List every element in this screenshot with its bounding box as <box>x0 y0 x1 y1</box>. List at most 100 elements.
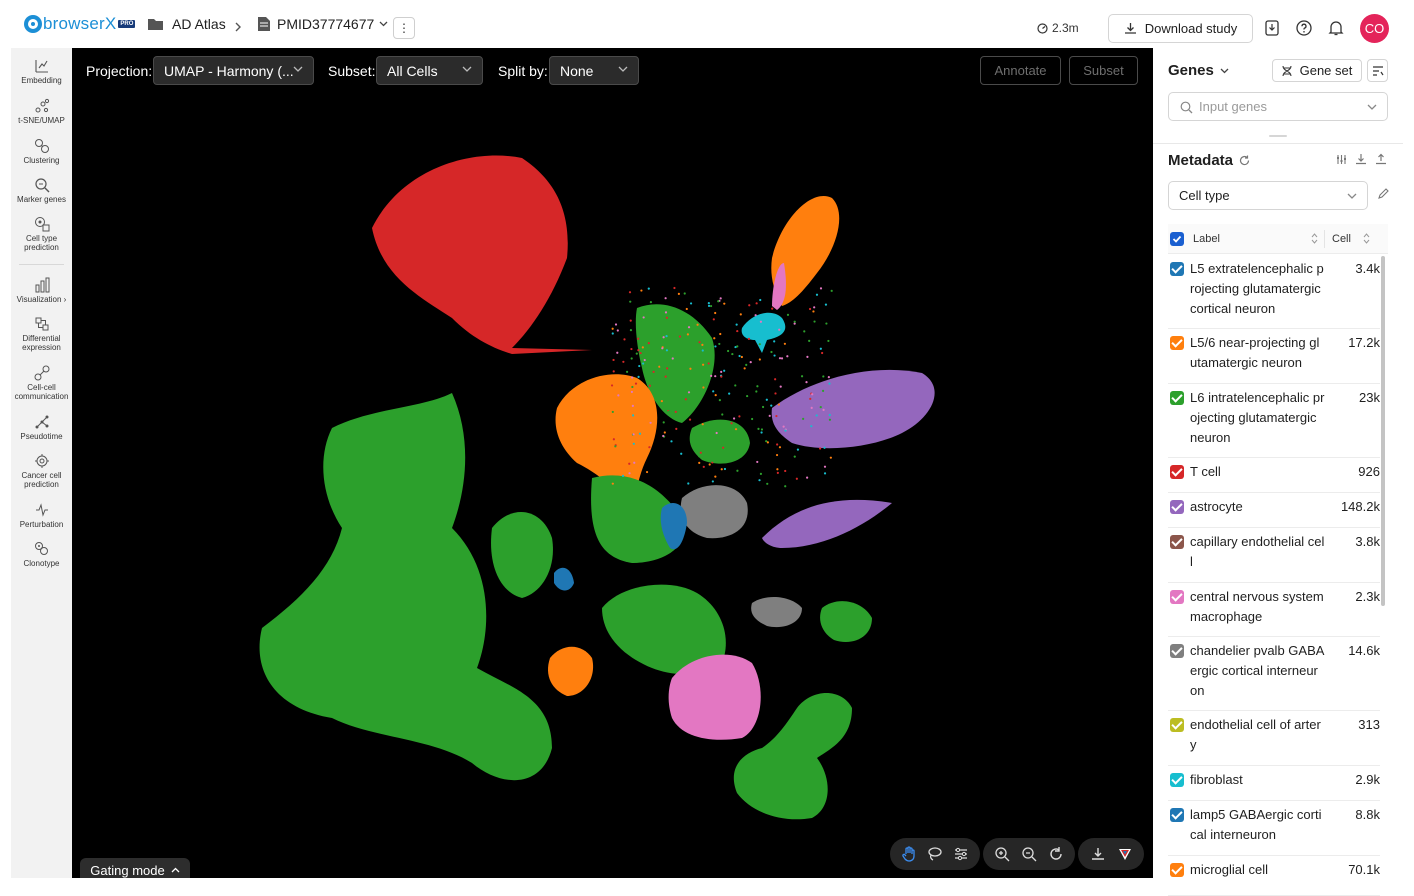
row-checkbox[interactable] <box>1170 863 1184 877</box>
user-avatar[interactable]: CO <box>1360 14 1389 43</box>
row-checkbox[interactable] <box>1170 465 1184 479</box>
scatter-point <box>803 330 806 333</box>
subset-button[interactable]: Subset <box>1069 56 1138 85</box>
row-checkbox[interactable] <box>1170 718 1184 732</box>
metadata-row[interactable]: astrocyte 148.2k <box>1168 493 1380 528</box>
zoom-in-button[interactable] <box>989 840 1016 868</box>
brand-logo[interactable]: browserX PRO <box>24 14 136 34</box>
metadata-row[interactable]: T cell 926 <box>1168 458 1380 493</box>
row-checkbox[interactable] <box>1170 500 1184 514</box>
row-checkbox[interactable] <box>1170 773 1184 787</box>
more-options-button[interactable]: ⋮ <box>393 17 415 39</box>
rail-item-tsne-umap[interactable]: t-SNE/UMAP <box>11 98 72 125</box>
row-checkbox[interactable] <box>1170 808 1184 822</box>
genes-header[interactable]: Genes <box>1168 62 1229 79</box>
embedding-icon <box>34 60 48 73</box>
scatter-point <box>644 428 648 431</box>
annotate-button[interactable]: Annotate <box>980 56 1061 85</box>
metadata-row[interactable]: microglial cell 70.1k <box>1168 856 1380 896</box>
metadata-row[interactable]: L6 intratelencephalic projecting glutama… <box>1168 384 1380 458</box>
rail-item-cell-cell-communication[interactable]: Cell-cell communication <box>11 365 72 401</box>
metadata-scrollbar[interactable] <box>1381 256 1385 606</box>
rail-item-cell-type-prediction[interactable]: Cell type prediction <box>11 216 72 252</box>
row-checkbox[interactable] <box>1170 391 1184 405</box>
metadata-row[interactable]: L5 extratelencephalic projecting glutama… <box>1168 255 1380 329</box>
upload-icon[interactable] <box>1375 153 1387 165</box>
metadata-row[interactable]: central nervous system macrophage 2.3k <box>1168 583 1380 637</box>
row-checkbox[interactable] <box>1170 336 1184 350</box>
row-checkbox[interactable] <box>1170 262 1184 276</box>
subset-value: All Cells <box>387 62 438 79</box>
export-doc-button[interactable] <box>1260 16 1284 40</box>
rail-item-clonotype[interactable]: Clonotype <box>11 541 72 568</box>
cell-column-header[interactable]: Cell <box>1332 233 1351 245</box>
metadata-row[interactable]: L5/6 near-projecting glutamatergic neuro… <box>1168 329 1380 384</box>
rail-item-clustering[interactable]: Clustering <box>11 138 72 165</box>
gene-search-input[interactable]: Input genes <box>1168 92 1388 121</box>
row-count: 926 <box>1358 464 1380 479</box>
download-plot-button[interactable] <box>1084 840 1111 868</box>
rail-item-embedding[interactable]: Embedding <box>11 58 72 85</box>
projection-select[interactable]: UMAP - Harmony (... <box>153 56 314 85</box>
row-checkbox[interactable] <box>1170 535 1184 549</box>
metadata-row[interactable]: chandelier pvalb GABAergic cortical inte… <box>1168 637 1380 711</box>
refresh-icon[interactable] <box>1239 155 1250 166</box>
scatter-point <box>634 382 638 385</box>
sort-icon[interactable] <box>1363 233 1370 244</box>
breadcrumb-item-atlas[interactable]: AD Atlas <box>148 16 226 32</box>
split-by-select[interactable]: None <box>549 56 639 85</box>
metadata-row[interactable]: lamp5 GABAergic cortical interneuron 8.8k <box>1168 801 1380 856</box>
adjust-columns-icon[interactable] <box>1336 154 1347 165</box>
row-checkbox[interactable] <box>1170 590 1184 604</box>
scatter-point <box>637 337 640 340</box>
scatter-point <box>678 335 682 338</box>
adjust-tool-button[interactable] <box>948 840 974 868</box>
download-study-button[interactable]: Download study <box>1108 14 1253 43</box>
select-all-checkbox[interactable] <box>1170 232 1184 246</box>
metadata-row[interactable]: endothelial cell of artery 313 <box>1168 711 1380 766</box>
scatter-point <box>773 340 776 343</box>
scatter-point <box>800 375 804 378</box>
rail-item-cancer-cell-prediction[interactable]: Cancer cell prediction <box>11 453 72 489</box>
scatter-point <box>632 433 635 436</box>
breadcrumb-item-study[interactable]: PMID37774677 <box>258 16 388 32</box>
label-column-header[interactable]: Label <box>1193 233 1220 245</box>
pan-tool-button[interactable] <box>896 840 922 868</box>
scatter-point <box>711 480 714 483</box>
download-icon[interactable] <box>1355 153 1367 165</box>
scatter-point <box>755 390 758 393</box>
embedding-canvas[interactable]: Projection: UMAP - Harmony (... Subset: … <box>72 48 1153 878</box>
metadata-row[interactable]: fibroblast 2.9k <box>1168 766 1380 801</box>
chevron-right-icon <box>235 22 241 32</box>
rail-item-marker-genes[interactable]: Marker genes <box>11 177 72 204</box>
sort-icon[interactable] <box>1311 233 1318 244</box>
metadata-field-select[interactable]: Cell type <box>1168 181 1368 210</box>
resize-handle[interactable] <box>1269 135 1287 137</box>
notifications-button[interactable] <box>1324 16 1348 40</box>
color-palette-button[interactable] <box>1111 840 1138 868</box>
row-checkbox[interactable] <box>1170 644 1184 658</box>
row-count: 8.8k <box>1355 807 1380 822</box>
subset-select[interactable]: All Cells <box>376 56 483 85</box>
scatter-point <box>642 362 645 365</box>
pseudotime-icon <box>35 415 48 429</box>
reset-view-button[interactable] <box>1042 840 1069 868</box>
rail-item-visualization[interactable]: Visualization › <box>11 277 72 304</box>
rail-item-pseudotime[interactable]: Pseudotime <box>11 414 72 441</box>
rail-item-differential-expression[interactable]: Differential expression <box>11 316 72 352</box>
scatter-point <box>610 384 614 387</box>
zoom-out-button[interactable] <box>1016 840 1043 868</box>
gene-set-button[interactable]: Gene set <box>1272 59 1362 82</box>
metadata-row[interactable]: capillary endothelial cell 3.8k <box>1168 528 1380 583</box>
edit-pencil-icon[interactable] <box>1377 188 1389 200</box>
download-icon <box>1124 23 1136 34</box>
rail-item-perturbation[interactable]: Perturbation <box>11 502 72 529</box>
help-button[interactable] <box>1292 16 1316 40</box>
gating-mode-toggle[interactable]: Gating mode <box>80 858 190 878</box>
check-icon <box>1172 235 1182 243</box>
lasso-tool-button[interactable] <box>922 840 948 868</box>
scatter-point <box>717 300 720 303</box>
gene-list-button[interactable] <box>1367 59 1388 82</box>
umap-plot[interactable] <box>72 48 1153 878</box>
scatter-point <box>819 287 823 290</box>
